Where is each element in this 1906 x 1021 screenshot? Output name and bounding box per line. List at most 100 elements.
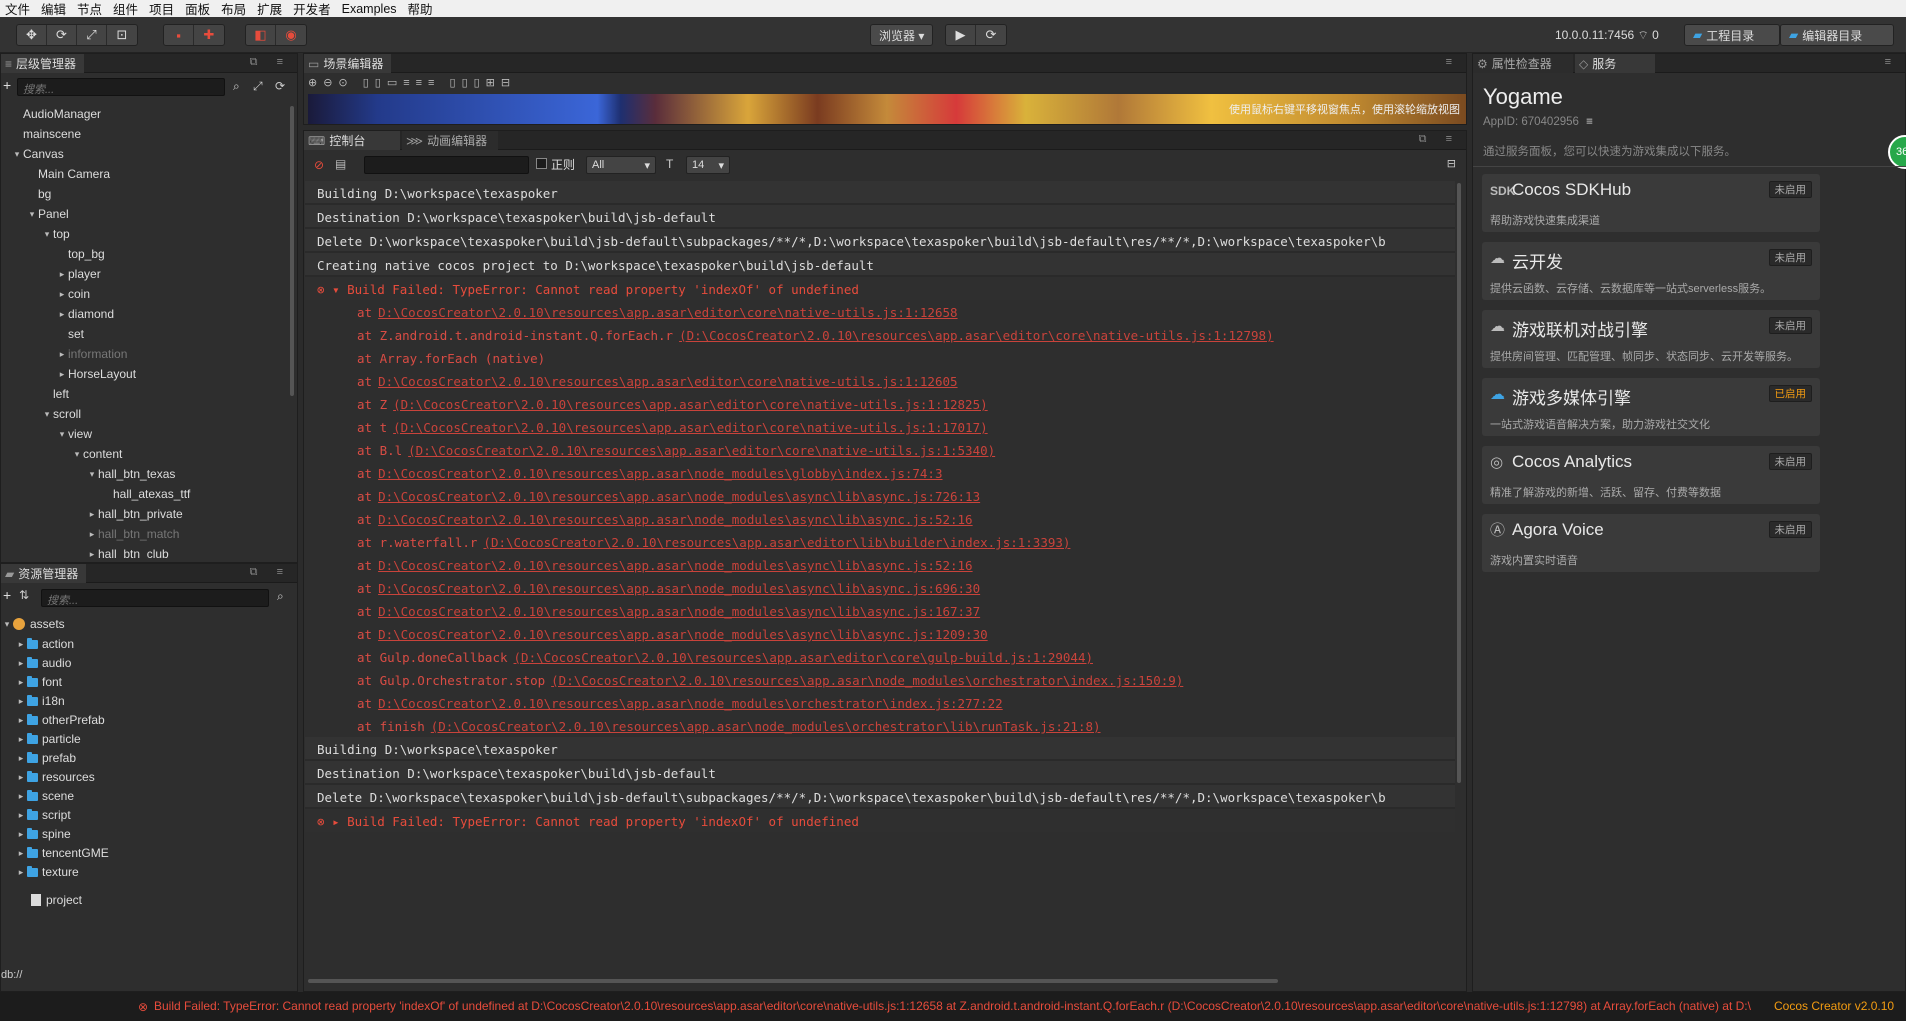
- h-scrollbar[interactable]: [308, 979, 1278, 983]
- menu-item[interactable]: 文件: [0, 0, 36, 18]
- stack-frame[interactable]: at Z.android.t.android-instant.Q.forEach…: [305, 323, 1455, 346]
- stack-location-link[interactable]: (D:\CocosCreator\2.0.10\resources\app.as…: [514, 650, 1093, 665]
- service-card[interactable]: ☁ 云开发 提供云函数、云存储、云数据库等一站式serverless服务。 未启用: [1482, 242, 1820, 300]
- stack-frame[interactable]: at Gulp.doneCallback (D:\CocosCreator\2.0…: [305, 645, 1455, 668]
- stack-frame[interactable]: at finish (D:\CocosCreator\2.0.10\resourc…: [305, 714, 1455, 737]
- stack-frame[interactable]: at D:\CocosCreator\2.0.10\resources\app.a…: [305, 300, 1455, 323]
- tree-node[interactable]: ▸ diamond: [56, 304, 114, 324]
- stack-location-link[interactable]: D:\CocosCreator\2.0.10\resources\app.asa…: [378, 558, 973, 573]
- stack-frame[interactable]: at D:\CocosCreator\2.0.10\resources\app.a…: [305, 622, 1455, 645]
- stack-frame[interactable]: at D:\CocosCreator\2.0.10\resources\app.a…: [305, 576, 1455, 599]
- stack-location-link[interactable]: D:\CocosCreator\2.0.10\resources\app.asa…: [378, 696, 1003, 711]
- chevron-down-icon[interactable]: ▾: [41, 409, 53, 420]
- menu-item[interactable]: 编辑: [36, 0, 72, 18]
- log-entry[interactable]: Delete D:\workspace\texaspoker\build\jsb…: [305, 229, 1455, 253]
- stack-location-link[interactable]: (D:\CocosCreator\2.0.10\resources\app.as…: [408, 443, 995, 458]
- chevron-down-icon[interactable]: ▾: [86, 469, 98, 480]
- stack-location-link[interactable]: D:\CocosCreator\2.0.10\resources\app.asa…: [378, 489, 980, 504]
- refresh-icon[interactable]: ⟳: [976, 25, 1006, 45]
- tree-node[interactable]: hall_atexas_ttf: [101, 484, 190, 504]
- search-icon[interactable]: ⌕: [277, 589, 284, 604]
- project-dir-button[interactable]: ▰ 工程目录: [1684, 24, 1780, 46]
- status-error-text[interactable]: Build Failed: TypeError: Cannot read pro…: [154, 999, 1764, 1013]
- gizmo-2d-icon[interactable]: ◧: [246, 25, 276, 45]
- tree-node[interactable]: ▾ Canvas: [11, 144, 64, 164]
- stack-location-link[interactable]: D:\CocosCreator\2.0.10\resources\app.asa…: [378, 374, 957, 389]
- menu-item[interactable]: 节点: [72, 0, 108, 18]
- panel-menu-icon[interactable]: ≡: [1885, 56, 1899, 68]
- asset-folder[interactable]: ▸ spine: [15, 824, 71, 844]
- asset-folder[interactable]: ▸ resources: [15, 767, 95, 787]
- log-entry[interactable]: Building D:\workspace\texaspoker: [305, 737, 1455, 761]
- chevron-right-icon[interactable]: ▸: [15, 810, 27, 821]
- tree-node[interactable]: ▾ hall_btn_texas: [86, 464, 176, 484]
- service-status-badge[interactable]: 未启用: [1768, 317, 1812, 334]
- stack-frame[interactable]: at Gulp.Orchestrator.stop (D:\CocosCreato…: [305, 668, 1455, 691]
- tree-node[interactable]: ▸ hall_btn_match: [86, 524, 180, 544]
- chevron-right-icon[interactable]: ▸: [15, 772, 27, 783]
- asset-folder[interactable]: ▸ audio: [15, 653, 72, 673]
- chevron-right-icon[interactable]: ▸: [15, 829, 27, 840]
- pivot-icon[interactable]: ▪: [164, 25, 194, 45]
- tree-node[interactable]: left: [41, 384, 69, 404]
- tree-node[interactable]: bg: [26, 184, 51, 204]
- chevron-down-icon[interactable]: ▾: [71, 449, 83, 460]
- log-entry[interactable]: Destination D:\workspace\texaspoker\buil…: [305, 205, 1455, 229]
- tab-scene[interactable]: ▭ 场景编辑器: [304, 54, 392, 73]
- tree-node[interactable]: Main Camera: [26, 164, 110, 184]
- asset-folder[interactable]: ▸ texture: [15, 862, 79, 882]
- tree-node[interactable]: ▸ coin: [56, 284, 90, 304]
- add-node-icon[interactable]: +: [3, 77, 11, 93]
- stack-location-link[interactable]: D:\CocosCreator\2.0.10\resources\app.asa…: [378, 512, 973, 527]
- chevron-right-icon[interactable]: ▸: [56, 349, 68, 360]
- chevron-right-icon[interactable]: ▸: [332, 814, 347, 829]
- menu-item[interactable]: 开发者: [288, 0, 337, 18]
- log-entry[interactable]: Destination D:\workspace\texaspoker\buil…: [305, 761, 1455, 785]
- panel-menu-icon[interactable]: ⧉ ≡: [1419, 133, 1460, 146]
- browser-select[interactable]: 浏览器 ▾: [870, 24, 934, 46]
- service-card[interactable]: Ⓐ Agora Voice 游戏内置实时语音 未启用: [1482, 514, 1820, 572]
- gizmo-3d-icon[interactable]: ◉: [276, 25, 306, 45]
- log-entry[interactable]: Delete D:\workspace\texaspoker\build\jsb…: [305, 785, 1455, 809]
- tab-hierarchy[interactable]: ≡ 层级管理器: [1, 54, 85, 73]
- chevron-right-icon[interactable]: ▸: [15, 696, 27, 707]
- scale-tool-icon[interactable]: ⤢: [77, 25, 107, 45]
- service-status-badge[interactable]: 未启用: [1768, 249, 1812, 266]
- open-log-icon[interactable]: ▤: [335, 157, 346, 171]
- sort-icon[interactable]: ⇅: [19, 588, 29, 602]
- asset-folder[interactable]: ▸ script: [15, 805, 71, 825]
- tree-node[interactable]: ▸ player: [56, 264, 101, 284]
- stack-frame[interactable]: at D:\CocosCreator\2.0.10\resources\app.a…: [305, 507, 1455, 530]
- tab-assets[interactable]: ▰ 资源管理器: [1, 564, 87, 583]
- editor-dir-button[interactable]: ▰ 编辑器目录: [1780, 24, 1894, 46]
- tree-node[interactable]: ▾ scroll: [41, 404, 81, 424]
- tab-services[interactable]: ◇ 服务: [1575, 54, 1655, 73]
- chevron-right-icon[interactable]: ▸: [15, 791, 27, 802]
- stack-location-link[interactable]: D:\CocosCreator\2.0.10\resources\app.asa…: [378, 305, 957, 320]
- tree-node[interactable]: ▾ view: [56, 424, 92, 444]
- search-icon[interactable]: ⌕: [233, 79, 240, 94]
- tree-node[interactable]: ▾ Panel: [26, 204, 69, 224]
- stack-frame[interactable]: at r.waterfall.r (D:\CocosCreator\2.0.10\…: [305, 530, 1455, 553]
- chevron-down-icon[interactable]: ▾: [56, 429, 68, 440]
- move-tool-icon[interactable]: ✥: [17, 25, 47, 45]
- chevron-down-icon[interactable]: ▾: [26, 209, 38, 220]
- panel-menu-icon[interactable]: ⧉ ≡: [250, 56, 291, 69]
- stack-frame[interactable]: at B.l (D:\CocosCreator\2.0.10\resources\…: [305, 438, 1455, 461]
- menu-item[interactable]: 面板: [180, 0, 216, 18]
- chevron-down-icon[interactable]: ▾: [11, 149, 23, 160]
- tree-node[interactable]: ▸ information: [56, 344, 128, 364]
- stack-frame[interactable]: at D:\CocosCreator\2.0.10\resources\app.a…: [305, 599, 1455, 622]
- tree-node[interactable]: AudioManager: [11, 104, 101, 124]
- stack-location-link[interactable]: (D:\CocosCreator\2.0.10\resources\app.as…: [483, 535, 1070, 550]
- font-size-select[interactable]: 14 ▾: [686, 156, 730, 174]
- panel-menu-icon[interactable]: ≡: [1446, 56, 1460, 68]
- stack-frame[interactable]: at D:\CocosCreator\2.0.10\resources\app.a…: [305, 553, 1455, 576]
- asset-folder[interactable]: ▸ particle: [15, 729, 81, 749]
- tree-node[interactable]: top_bg: [56, 244, 105, 264]
- stack-location-link[interactable]: D:\CocosCreator\2.0.10\resources\app.asa…: [378, 581, 980, 596]
- stack-location-link[interactable]: D:\CocosCreator\2.0.10\resources\app.asa…: [378, 466, 942, 481]
- local-icon[interactable]: ✚: [194, 25, 224, 45]
- play-icon[interactable]: ▶: [946, 25, 976, 45]
- chevron-right-icon[interactable]: ▸: [15, 639, 27, 650]
